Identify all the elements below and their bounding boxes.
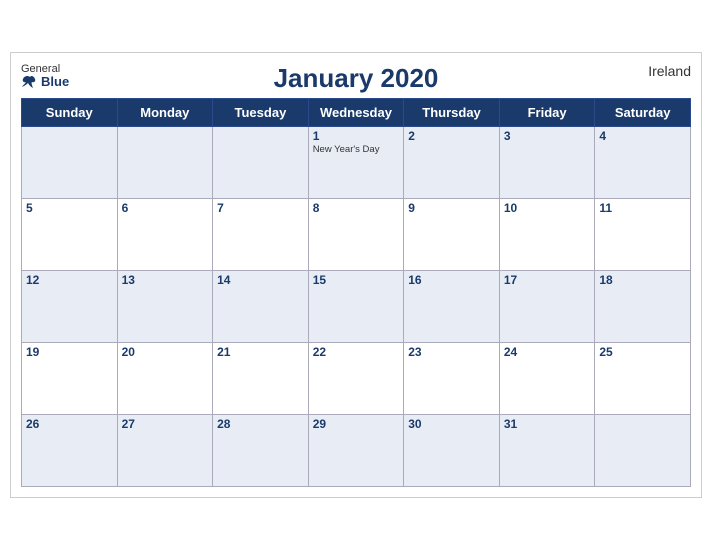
day-number: 10 bbox=[504, 201, 591, 215]
day-cell: 4 bbox=[595, 127, 691, 199]
day-cell: 15 bbox=[308, 271, 404, 343]
day-cell: 17 bbox=[499, 271, 595, 343]
day-number: 14 bbox=[217, 273, 304, 287]
day-number: 23 bbox=[408, 345, 495, 359]
week-row-3: 12 13 14 15 16 17 18 bbox=[22, 271, 691, 343]
week-row-1: 1New Year's Day 234 bbox=[22, 127, 691, 199]
header-saturday: Saturday bbox=[595, 99, 691, 127]
day-number: 25 bbox=[599, 345, 686, 359]
day-number: 28 bbox=[217, 417, 304, 431]
day-cell: 14 bbox=[213, 271, 309, 343]
calendar-header: General Blue January 2020 Ireland bbox=[21, 63, 691, 94]
day-number: 26 bbox=[26, 417, 113, 431]
day-cell: 18 bbox=[595, 271, 691, 343]
day-cell: 3 bbox=[499, 127, 595, 199]
logo-area: General Blue bbox=[21, 63, 69, 89]
week-row-2: 56789 10 11 bbox=[22, 199, 691, 271]
day-number: 13 bbox=[122, 273, 209, 287]
day-number: 8 bbox=[313, 201, 400, 215]
calendar-country: Ireland bbox=[648, 63, 691, 79]
day-number: 1 bbox=[313, 129, 400, 143]
header-wednesday: Wednesday bbox=[308, 99, 404, 127]
day-number: 2 bbox=[408, 129, 495, 143]
day-cell: 2 bbox=[404, 127, 500, 199]
day-cell bbox=[595, 415, 691, 487]
day-cell: 29 bbox=[308, 415, 404, 487]
day-number: 20 bbox=[122, 345, 209, 359]
day-number: 22 bbox=[313, 345, 400, 359]
day-number: 15 bbox=[313, 273, 400, 287]
day-cell: 25 bbox=[595, 343, 691, 415]
day-number: 30 bbox=[408, 417, 495, 431]
day-number: 27 bbox=[122, 417, 209, 431]
day-cell: 8 bbox=[308, 199, 404, 271]
day-cell bbox=[213, 127, 309, 199]
week-row-4: 19 20 21 22 23 24 25 bbox=[22, 343, 691, 415]
day-number: 21 bbox=[217, 345, 304, 359]
day-cell: 6 bbox=[117, 199, 213, 271]
header-friday: Friday bbox=[499, 99, 595, 127]
day-cell: 7 bbox=[213, 199, 309, 271]
holiday-label: New Year's Day bbox=[313, 144, 400, 155]
day-number: 3 bbox=[504, 129, 591, 143]
day-number: 5 bbox=[26, 201, 113, 215]
weekday-header-row: Sunday Monday Tuesday Wednesday Thursday… bbox=[22, 99, 691, 127]
day-cell: 5 bbox=[22, 199, 118, 271]
calendar-grid: Sunday Monday Tuesday Wednesday Thursday… bbox=[21, 98, 691, 487]
day-number: 7 bbox=[217, 201, 304, 215]
day-number: 11 bbox=[599, 201, 686, 215]
day-number: 29 bbox=[313, 417, 400, 431]
day-cell: 28 bbox=[213, 415, 309, 487]
day-cell: 24 bbox=[499, 343, 595, 415]
calendar-title: January 2020 bbox=[21, 63, 691, 94]
day-cell: 31 bbox=[499, 415, 595, 487]
day-cell: 21 bbox=[213, 343, 309, 415]
header-tuesday: Tuesday bbox=[213, 99, 309, 127]
day-cell bbox=[22, 127, 118, 199]
day-cell: 16 bbox=[404, 271, 500, 343]
day-number: 18 bbox=[599, 273, 686, 287]
day-number: 19 bbox=[26, 345, 113, 359]
day-number: 31 bbox=[504, 417, 591, 431]
calendar-wrapper: General Blue January 2020 Ireland Sunday… bbox=[10, 52, 702, 498]
day-cell: 23 bbox=[404, 343, 500, 415]
day-number: 16 bbox=[408, 273, 495, 287]
logo-blue: Blue bbox=[21, 75, 69, 89]
day-number: 4 bbox=[599, 129, 686, 143]
day-cell: 22 bbox=[308, 343, 404, 415]
day-cell: 13 bbox=[117, 271, 213, 343]
day-cell: 12 bbox=[22, 271, 118, 343]
day-cell: 20 bbox=[117, 343, 213, 415]
day-cell: 19 bbox=[22, 343, 118, 415]
header-sunday: Sunday bbox=[22, 99, 118, 127]
day-cell: 10 bbox=[499, 199, 595, 271]
logo-blue-text: Blue bbox=[41, 75, 69, 89]
day-cell: 30 bbox=[404, 415, 500, 487]
day-number: 17 bbox=[504, 273, 591, 287]
day-number: 24 bbox=[504, 345, 591, 359]
week-row-5: 26 27 28 29 30 31 bbox=[22, 415, 691, 487]
day-cell: 11 bbox=[595, 199, 691, 271]
header-monday: Monday bbox=[117, 99, 213, 127]
day-number: 12 bbox=[26, 273, 113, 287]
day-number: 6 bbox=[122, 201, 209, 215]
day-cell: 27 bbox=[117, 415, 213, 487]
header-thursday: Thursday bbox=[404, 99, 500, 127]
day-cell: 26 bbox=[22, 415, 118, 487]
day-cell: 1New Year's Day bbox=[308, 127, 404, 199]
day-cell: 9 bbox=[404, 199, 500, 271]
day-cell bbox=[117, 127, 213, 199]
day-number: 9 bbox=[408, 201, 495, 215]
logo-bird-icon bbox=[21, 75, 39, 89]
